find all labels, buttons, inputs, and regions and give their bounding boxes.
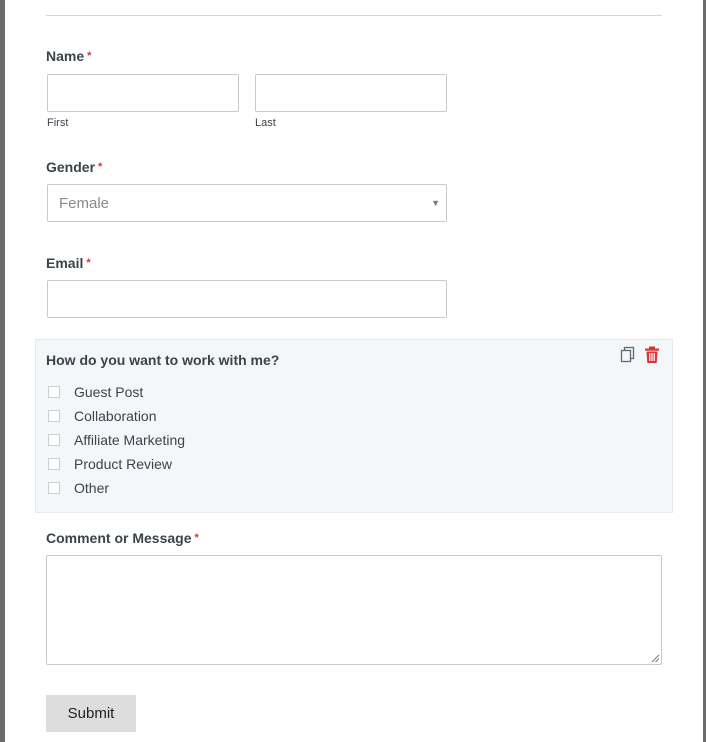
message-textarea[interactable] (46, 555, 662, 665)
checkbox[interactable] (48, 458, 60, 470)
chevron-down-icon: ▼ (431, 198, 440, 208)
message-label-text: Comment or Message (46, 530, 192, 546)
option-label: Guest Post (74, 384, 144, 400)
first-name-sublabel: First (47, 117, 69, 129)
email-field-label: Email * (46, 254, 91, 272)
required-asterisk: * (98, 161, 103, 173)
required-asterisk: * (87, 50, 92, 62)
email-input[interactable] (47, 280, 447, 318)
first-name-input[interactable] (47, 74, 239, 112)
required-asterisk: * (194, 532, 199, 544)
gender-label-text: Gender (46, 159, 96, 175)
required-asterisk: * (86, 257, 91, 269)
message-field-label: Comment or Message * (46, 529, 199, 547)
work-with-question: How do you want to work with me? (46, 352, 280, 368)
section-divider (46, 15, 662, 16)
last-name-sublabel: Last (255, 117, 276, 129)
option-label: Other (74, 480, 110, 496)
checkbox[interactable] (48, 434, 60, 446)
name-field-label: Name * (46, 47, 91, 65)
email-label-text: Email (46, 255, 84, 271)
window-border-left (0, 0, 5, 742)
checkbox[interactable] (48, 482, 60, 494)
duplicate-icon[interactable] (620, 346, 636, 364)
checkbox[interactable] (48, 386, 60, 398)
gender-select[interactable]: Female ▼ (47, 184, 447, 222)
gender-field-label: Gender * (46, 158, 102, 176)
trash-icon[interactable] (644, 346, 660, 364)
resize-handle-icon[interactable] (650, 653, 660, 663)
work-with-field[interactable]: How do you want to work with me? Guest P… (35, 339, 673, 513)
submit-button[interactable]: Submit (46, 695, 136, 732)
gender-selected-value: Female (59, 195, 110, 212)
name-label-text: Name (46, 48, 85, 64)
option-label: Product Review (74, 456, 173, 472)
option-label: Collaboration (74, 408, 157, 424)
checkbox[interactable] (48, 410, 60, 422)
option-label: Affiliate Marketing (74, 432, 186, 448)
last-name-input[interactable] (255, 74, 447, 112)
